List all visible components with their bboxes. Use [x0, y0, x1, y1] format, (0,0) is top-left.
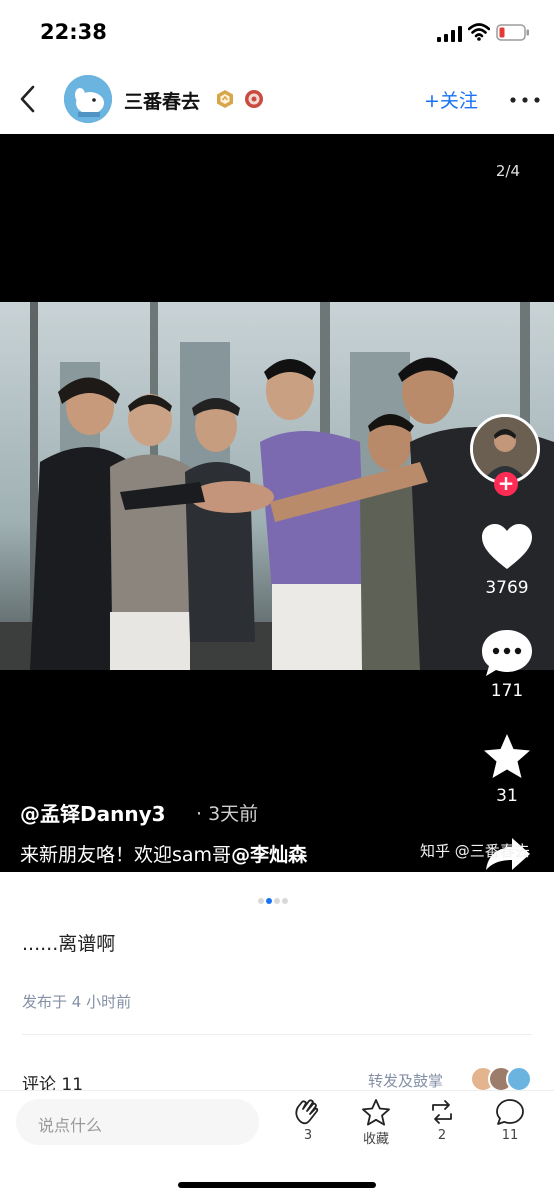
clap-button[interactable]: 3 — [278, 1098, 338, 1143]
publish-time: 发布于 4 小时前 — [22, 993, 132, 1011]
zhihu-watermark: 知乎 @三番春去 — [420, 842, 530, 860]
repost-icon — [432, 1100, 452, 1124]
status-time: 22:38 — [40, 20, 107, 44]
reactor-avatars[interactable] — [470, 1066, 534, 1092]
star-outline-icon — [362, 1099, 390, 1126]
comment-bubble-icon[interactable] — [480, 628, 534, 678]
follow-button[interactable]: +关注 — [424, 86, 478, 113]
divider — [22, 1034, 532, 1035]
video-author-mention[interactable]: @孟铎Danny3 — [20, 798, 166, 827]
repost-and-clap-link[interactable]: 转发及鼓掌 — [368, 1070, 443, 1091]
star-icon[interactable] — [480, 732, 534, 782]
wifi-icon — [468, 23, 490, 41]
repost-count: 2 — [437, 1128, 447, 1143]
carousel-dot — [282, 898, 288, 904]
cellular-signal-icon — [437, 26, 462, 42]
repost-button[interactable]: 2 — [412, 1098, 472, 1143]
follow-plus-icon[interactable]: + — [494, 472, 518, 496]
home-indicator[interactable] — [178, 1182, 376, 1188]
comment-input-placeholder: 说点什么 — [38, 1116, 103, 1135]
carousel-dots — [258, 889, 290, 908]
favorite-label: 收藏 — [362, 1132, 389, 1147]
comment-count: 171 — [490, 681, 524, 701]
clap-icon — [295, 1099, 319, 1125]
heart-icon[interactable] — [480, 522, 534, 572]
back-icon[interactable] — [18, 84, 38, 114]
video-frame-image — [0, 302, 554, 670]
favorite-button[interactable]: 收藏 — [346, 1098, 406, 1147]
carousel-dot-active — [266, 898, 272, 904]
like-count: 3769 — [485, 578, 529, 598]
more-options-icon[interactable] — [510, 97, 540, 103]
red-medal-badge-icon — [245, 90, 263, 108]
comment-outline-icon — [496, 1099, 524, 1125]
clap-count: 3 — [303, 1128, 313, 1143]
comment-count-bottom: 11 — [501, 1128, 519, 1143]
post-text: ......离谱啊 — [22, 933, 116, 955]
caption-text: 来新朋友咯！欢迎sam哥 — [20, 844, 232, 866]
gold-hexagon-badge-icon — [217, 90, 233, 108]
comment-button[interactable]: 11 — [480, 1098, 540, 1143]
carousel-dot — [274, 898, 280, 904]
video-time: · 3天前 — [196, 803, 259, 825]
star-count: 31 — [496, 786, 518, 806]
carousel-dot — [258, 898, 264, 904]
author-avatar[interactable] — [64, 75, 112, 123]
author-name[interactable]: 三番春去 — [124, 87, 200, 114]
battery-icon — [496, 24, 529, 41]
media-pager: 2/4 — [495, 162, 520, 180]
caption-mention[interactable]: @李灿森 — [231, 844, 307, 866]
video-caption: 来新朋友咯！欢迎sam哥@李灿森 — [20, 840, 307, 867]
